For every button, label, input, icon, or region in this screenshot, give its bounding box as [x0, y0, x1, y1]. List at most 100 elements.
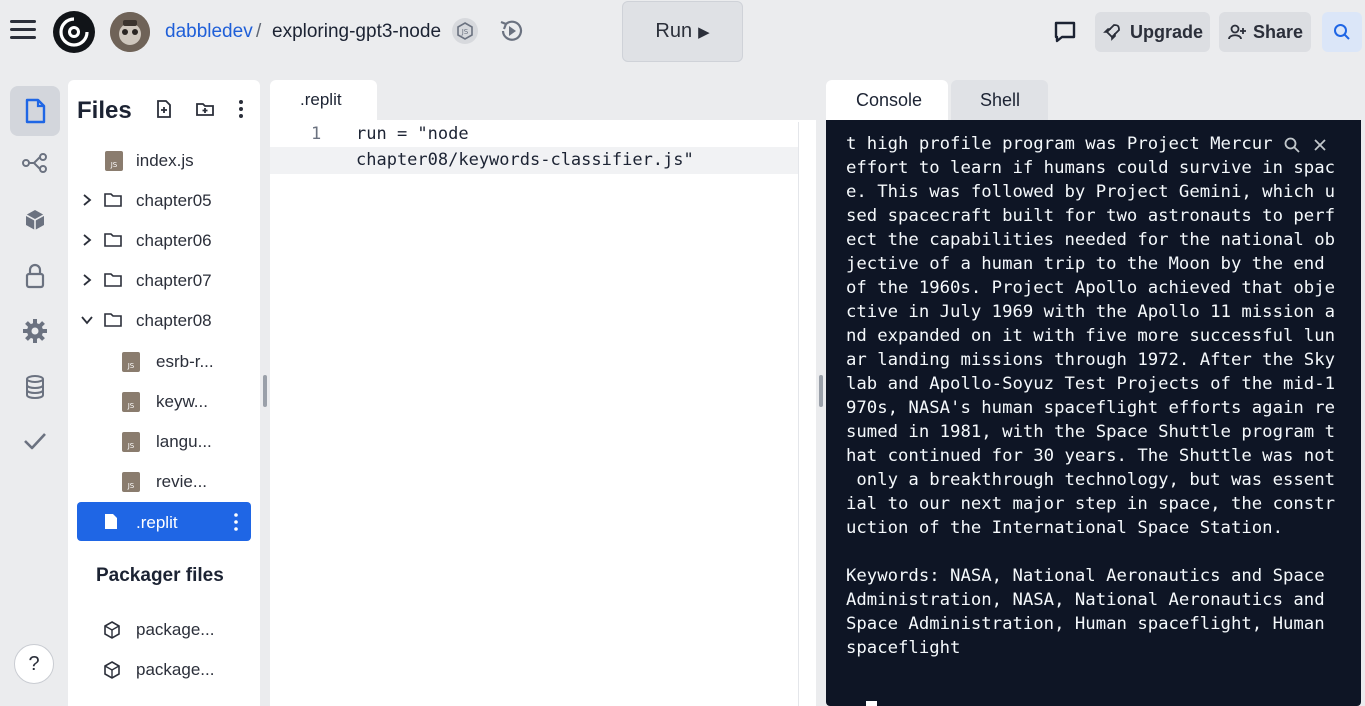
user-avatar[interactable]: [110, 12, 150, 52]
console-line: effort to learn if humans could survive …: [846, 158, 1335, 178]
console-line: nd expanded on it with five more success…: [846, 326, 1335, 346]
tool-rail: [0, 80, 68, 706]
tab-shell-label: Shell: [980, 90, 1021, 110]
menu-icon[interactable]: [10, 20, 36, 42]
file-item-reviews[interactable]: JS revie...: [68, 464, 260, 498]
console-line: sumed in 1981, with the Space Shuttle pr…: [846, 422, 1335, 442]
file-label: package...: [136, 660, 215, 679]
js-file-icon: JS: [105, 151, 123, 171]
search-button[interactable]: [1322, 12, 1362, 52]
packager-item-package-lock[interactable]: package...: [68, 652, 260, 686]
file-item-replit[interactable]: .replit: [77, 502, 251, 541]
console-cursor: [866, 701, 877, 706]
breadcrumb-separator: /: [256, 21, 262, 42]
file-item-keywords[interactable]: JS keyw...: [68, 384, 260, 418]
tab-console-label: Console: [856, 90, 923, 110]
more-options-icon[interactable]: [231, 99, 251, 119]
chat-icon[interactable]: [1051, 18, 1079, 46]
lock-icon: [25, 263, 45, 289]
database-icon: [26, 375, 44, 399]
top-bar: dabbledev / exploring-gpt3-node JS Run ▶…: [0, 0, 1365, 66]
console-line: hat continued for 30 years. The Shuttle …: [846, 446, 1335, 466]
share-button[interactable]: Share: [1219, 12, 1311, 52]
console-line: ect the capabilities needed for the nati…: [846, 230, 1335, 250]
folder-label: chapter06: [136, 231, 212, 250]
files-panel: Files JS index.js chapter05 chapter06 ch…: [68, 80, 260, 706]
code-line: run = "node: [356, 124, 469, 144]
folder-item-chapter08[interactable]: chapter08: [68, 303, 260, 337]
search-icon[interactable]: [1283, 136, 1301, 154]
file-item-esrb[interactable]: JS esrb-r...: [68, 344, 260, 378]
chevron-right-icon: [83, 274, 92, 286]
file-label: .replit: [136, 513, 178, 532]
folder-item-chapter06[interactable]: chapter06: [68, 223, 260, 257]
editor-scrollbar[interactable]: [798, 122, 816, 706]
nodejs-language-icon[interactable]: JS: [452, 18, 478, 44]
console-line: of the 1960s. Project Apollo achieved th…: [846, 278, 1335, 298]
file-options-icon[interactable]: [234, 513, 238, 531]
svg-text:JS: JS: [461, 28, 469, 36]
package-icon: [104, 661, 120, 679]
tab-console[interactable]: Console: [826, 80, 948, 120]
console-toolbar: [1280, 134, 1338, 156]
console-output-text: t high profile program was Project Mercu…: [846, 132, 1336, 660]
chevron-right-icon: [83, 234, 92, 246]
panel-resize-handle[interactable]: [819, 375, 823, 407]
new-file-icon[interactable]: [154, 99, 174, 119]
run-button[interactable]: Run ▶: [622, 1, 743, 62]
git-tool[interactable]: [10, 138, 60, 188]
help-label: ?: [28, 652, 40, 675]
file-icon: [25, 98, 46, 124]
file-item-index-js[interactable]: JS index.js: [68, 143, 260, 177]
gear-icon: [23, 319, 47, 343]
secrets-tool[interactable]: [10, 251, 60, 301]
settings-tool[interactable]: [10, 306, 60, 356]
code-line-wrapped: chapter08/keywords-classifier.js": [356, 150, 694, 170]
close-icon[interactable]: [1312, 137, 1328, 153]
folder-icon: [104, 313, 122, 327]
checkmark-icon: [24, 433, 46, 450]
replit-logo[interactable]: [52, 10, 96, 54]
code-editor[interactable]: 1 run = "node chapter08/keywords-classif…: [270, 122, 798, 706]
packager-item-package-json[interactable]: package...: [68, 612, 260, 646]
repl-name[interactable]: exploring-gpt3-node: [272, 21, 441, 43]
upgrade-label: Upgrade: [1129, 21, 1203, 42]
console-output[interactable]: t high profile program was Project Mercu…: [826, 120, 1361, 706]
file-label: keyw...: [156, 392, 208, 411]
new-folder-icon[interactable]: [195, 99, 215, 119]
console-panel: Console Shell t high profile program was…: [826, 80, 1365, 706]
git-icon: [22, 153, 47, 173]
breadcrumb-user[interactable]: dabbledev: [165, 21, 253, 43]
help-button[interactable]: ?: [14, 644, 54, 684]
console-line: 970s, NASA's human spaceflight efforts a…: [846, 398, 1335, 418]
files-tool[interactable]: [10, 86, 60, 136]
packages-tool[interactable]: [10, 195, 60, 245]
config-file-icon: [105, 514, 117, 529]
upgrade-button[interactable]: Upgrade: [1095, 12, 1210, 52]
share-label: Share: [1252, 21, 1304, 42]
add-user-icon: [1228, 24, 1246, 40]
console-line: e. This was followed by Project Gemini, …: [846, 182, 1335, 202]
folder-icon: [104, 273, 122, 287]
package-icon: [104, 621, 120, 639]
database-tool[interactable]: [10, 362, 60, 412]
folder-item-chapter07[interactable]: chapter07: [68, 263, 260, 297]
chevron-down-icon: [81, 316, 93, 325]
play-icon: ▶: [698, 23, 710, 41]
editor-tab-replit[interactable]: .replit: [270, 80, 377, 122]
file-item-language[interactable]: JS langu...: [68, 424, 260, 458]
panel-resize-handle[interactable]: [263, 375, 267, 407]
tab-shell[interactable]: Shell: [951, 80, 1048, 120]
folder-label: chapter07: [136, 271, 212, 290]
js-file-icon: JS: [122, 472, 140, 492]
console-line: sed spacecraft built for two astronauts …: [846, 206, 1335, 226]
folder-item-chapter05[interactable]: chapter05: [68, 183, 260, 217]
console-line: lab and Apollo-Soyuz Test Projects of th…: [846, 374, 1335, 394]
folder-icon: [104, 233, 122, 247]
editor-tab-label: .replit: [300, 90, 342, 109]
files-panel-title: Files: [77, 97, 132, 124]
console-line: ctive in July 1969 with the Apollo 11 mi…: [846, 302, 1335, 322]
history-icon[interactable]: [497, 17, 525, 45]
unit-tests-tool[interactable]: [10, 416, 60, 466]
